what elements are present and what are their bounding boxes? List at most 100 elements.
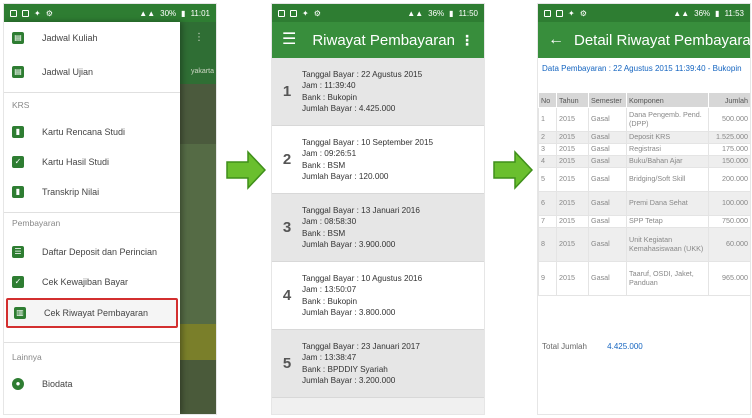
app-bar: ☰ Riwayat Pembayaran ⋮ xyxy=(272,22,484,58)
table-row: 9 2015 Gasal Taaruf, OSDI, Jaket, Pandua… xyxy=(538,261,750,296)
nav-item-biodata[interactable]: ● Biodata xyxy=(6,370,178,398)
cell-jumlah: 1.525.000 xyxy=(708,131,750,144)
payment-components-table: No Tahun Semester Komponen Jumlah 1 2015… xyxy=(538,92,750,296)
nav-item-transkrip-nilai[interactable]: ▮ Transkrip Nilai xyxy=(6,178,178,206)
list-item[interactable]: 4 Tanggal Bayar : 10 Agustus 2016 Jam : … xyxy=(272,262,484,330)
column-header: Tahun xyxy=(556,92,589,108)
wifi-signal-icon: ▲▲ xyxy=(673,8,690,18)
table-row: 4 2015 Gasal Buku/Bahan Ajar 150.000 xyxy=(538,155,750,168)
cell-semester: Gasal xyxy=(588,131,627,144)
divider xyxy=(4,92,180,93)
cell-tahun: 2015 xyxy=(556,261,589,296)
item-number: 3 xyxy=(282,219,292,236)
cell-tahun: 2015 xyxy=(556,155,589,168)
payment-time: Jam : 09:26:51 xyxy=(302,149,357,158)
battery-icon: ▮ xyxy=(449,8,454,18)
cell-no: 3 xyxy=(538,143,557,156)
payment-bank: Bank : BPDDIY Syariah xyxy=(302,364,388,374)
payment-date: Tanggal Bayar : 10 Agustus 2016 xyxy=(302,273,423,283)
nav-item-cek-kewajiban-bayar[interactable]: ✓ Cek Kewajiban Bayar xyxy=(6,268,178,296)
cell-no: 1 xyxy=(538,107,557,132)
payment-time: Jam : 13:50:07 xyxy=(302,285,357,294)
phone-screen-riwayat: ✦ ⚙ ▲▲ 36% ▮ 11:50 ☰ Riwayat Pembayaran … xyxy=(272,4,484,414)
section-header-krs: KRS xyxy=(12,100,30,110)
table-row: 5 2015 Gasal Bridging/Soft Skill 200.000 xyxy=(538,167,750,192)
battery-level: 36% xyxy=(428,8,445,18)
back-arrow-icon[interactable]: ← xyxy=(548,32,564,48)
cell-komponen: SPP Tetap xyxy=(626,215,709,228)
item-number: 2 xyxy=(282,151,292,168)
table-row: 2 2015 Gasal Deposit KRS 1.525.000 xyxy=(538,131,750,144)
nav-item-daftar-deposit[interactable]: ☰ Daftar Deposit dan Perincian xyxy=(6,238,178,266)
cell-komponen: Unit Kegiatan Kemahasiswaan (UKK) xyxy=(626,227,709,262)
phone-screen-drawer: ✦ ⚙ ▲▲ 30% ▮ 11:01 yakarta ⋮ ▤ Jadwal Ku… xyxy=(4,4,216,414)
notification-icon xyxy=(22,9,29,17)
cell-tahun: 2015 xyxy=(556,143,589,156)
cell-jumlah: 100.000 xyxy=(708,191,750,216)
cell-jumlah: 965.000 xyxy=(708,261,750,296)
nav-item-label: Transkrip Nilai xyxy=(42,187,100,197)
nav-item-cek-riwayat-pembayaran[interactable]: ▥ Cek Riwayat Pembayaran xyxy=(6,298,178,328)
payment-bank: Bank : Bukopin xyxy=(302,92,358,102)
total-row: Total Jumlah 4.425.000 xyxy=(542,342,643,351)
item-number: 4 xyxy=(282,287,292,304)
cell-semester: Gasal xyxy=(588,143,627,156)
list-icon: ☰ xyxy=(12,246,24,258)
page-title: Riwayat Pembayaran xyxy=(312,31,455,49)
background-text: yakarta xyxy=(191,68,214,75)
cell-no: 2 xyxy=(538,131,557,144)
flow-arrow-right-icon xyxy=(493,150,533,190)
cell-komponen: Bridging/Soft Skill xyxy=(626,167,709,192)
cell-jumlah: 750.000 xyxy=(708,215,750,228)
nav-item-kartu-hasil-studi[interactable]: ✓ Kartu Hasil Studi xyxy=(6,148,178,176)
payment-amount: Jumlah Bayar : 3.800.000 xyxy=(302,308,396,317)
nav-item-jadwal-kuliah[interactable]: ▤ Jadwal Kuliah xyxy=(6,24,178,52)
item-number: 5 xyxy=(282,355,292,372)
list-item[interactable]: 1 Tanggal Bayar : 22 Agustus 2015 Jam : … xyxy=(272,58,484,126)
clock: 11:01 xyxy=(190,8,210,18)
cell-no: 4 xyxy=(538,155,557,168)
list-item[interactable]: 2 Tanggal Bayar : 10 September 2015 Jam … xyxy=(272,126,484,194)
table-header-row: No Tahun Semester Komponen Jumlah xyxy=(538,92,750,108)
notification-icon xyxy=(556,9,563,17)
page-title: Detail Riwayat Pembayaran xyxy=(574,31,750,49)
wifi-signal-icon: ▲▲ xyxy=(407,8,424,18)
cell-semester: Gasal xyxy=(588,107,627,132)
nav-item-label: Cek Riwayat Pembayaran xyxy=(44,308,149,318)
payment-bank: Bank : Bukopin xyxy=(302,296,358,306)
payment-amount: Jumlah Bayar : 120.000 xyxy=(302,172,389,181)
cell-semester: Gasal xyxy=(588,261,627,296)
cell-no: 7 xyxy=(538,215,557,228)
nav-item-label: Jadwal Kuliah xyxy=(42,33,98,43)
hamburger-menu-icon[interactable]: ☰ xyxy=(282,32,296,48)
divider xyxy=(4,342,180,343)
document-icon: ▮ xyxy=(12,186,24,198)
nav-item-kartu-rencana-studi[interactable]: ▮ Kartu Rencana Studi xyxy=(6,118,178,146)
battery-level: 36% xyxy=(694,8,711,18)
cell-tahun: 2015 xyxy=(556,191,589,216)
more-vert-icon[interactable]: ⋮ xyxy=(460,32,474,49)
status-bar: ✦ ⚙ ▲▲ 36% ▮ 11:53 xyxy=(538,4,750,22)
cell-jumlah: 60.000 xyxy=(708,227,750,262)
cell-jumlah: 200.000 xyxy=(708,167,750,192)
cell-no: 9 xyxy=(538,261,557,296)
cell-tahun: 2015 xyxy=(556,215,589,228)
nav-item-label: Cek Kewajiban Bayar xyxy=(42,277,129,287)
nav-item-label: Jadwal Ujian xyxy=(42,67,94,77)
cell-komponen: Buku/Bahan Ajar xyxy=(626,155,709,168)
wifi-signal-icon: ▲▲ xyxy=(139,8,156,18)
payment-amount: Jumlah Bayar : 3.200.000 xyxy=(302,376,396,385)
more-vert-icon: ⋮ xyxy=(194,32,204,43)
total-amount: 4.425.000 xyxy=(607,342,643,351)
chart-icon: ▥ xyxy=(14,307,26,319)
usb-icon: ✦ xyxy=(568,8,575,18)
list-item[interactable]: 5 Tanggal Bayar : 23 Januari 2017 Jam : … xyxy=(272,330,484,398)
cell-jumlah: 175.000 xyxy=(708,143,750,156)
nav-item-jadwal-ujian[interactable]: ▤ Jadwal Ujian xyxy=(6,58,178,86)
clipboard-icon: ▮ xyxy=(12,126,24,138)
notification-icon xyxy=(290,9,297,17)
nav-item-label: Daftar Deposit dan Perincian xyxy=(42,247,158,257)
cell-semester: Gasal xyxy=(588,227,627,262)
cell-semester: Gasal xyxy=(588,191,627,216)
list-item[interactable]: 3 Tanggal Bayar : 13 Januari 2016 Jam : … xyxy=(272,194,484,262)
